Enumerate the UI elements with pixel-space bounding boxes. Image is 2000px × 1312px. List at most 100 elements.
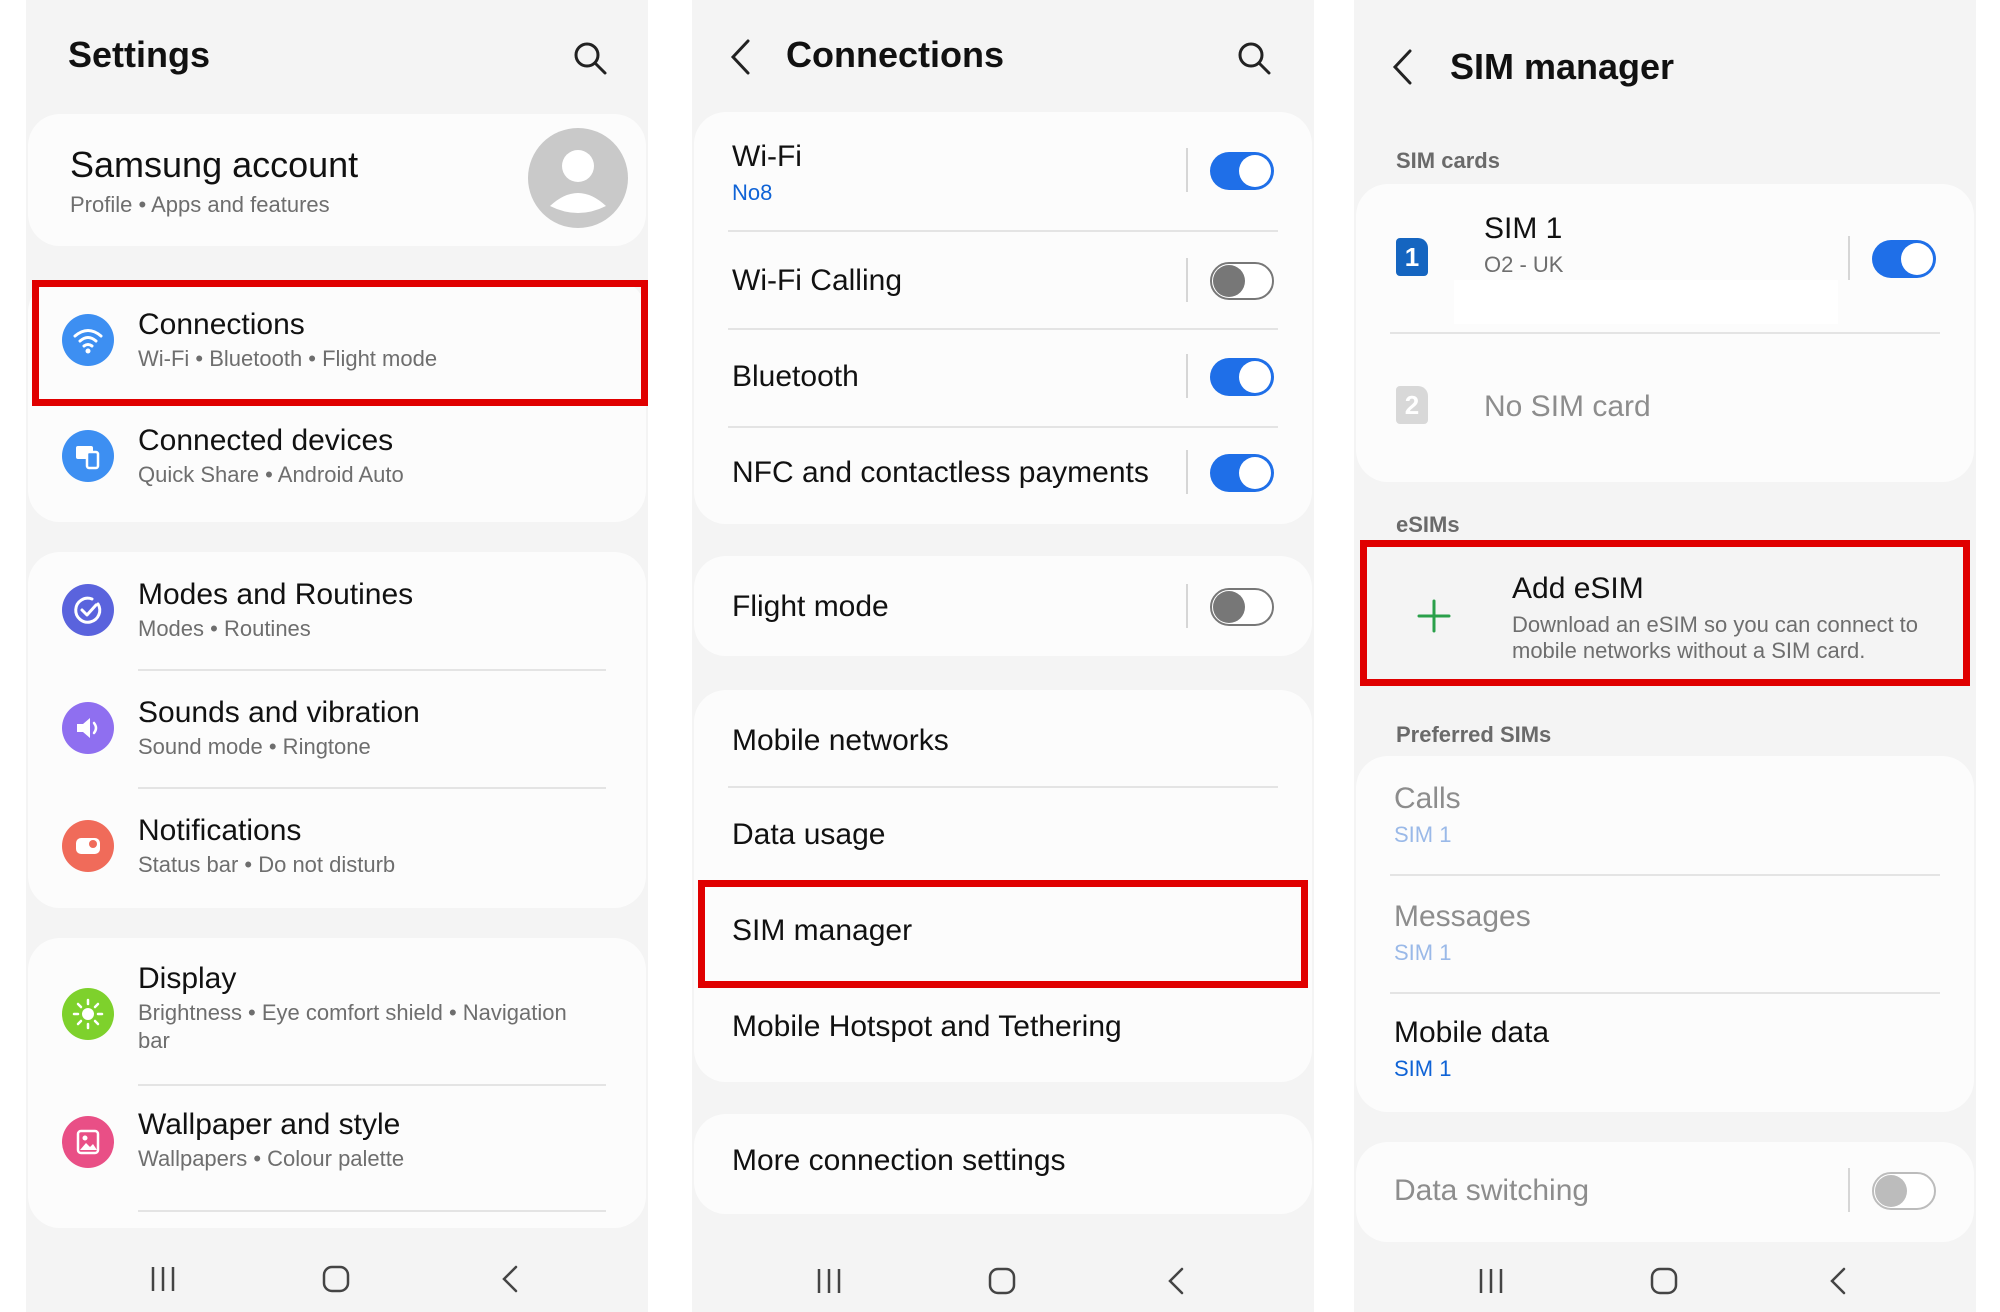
page-title: SIM manager (1450, 46, 1675, 87)
divider (138, 1210, 606, 1212)
connections-group-2: Flight mode (694, 556, 1312, 656)
preferred-messages-row[interactable]: Messages SIM 1 (1356, 876, 1974, 994)
esims-label: eSIMs (1396, 512, 1460, 537)
display-subtitle-line1: Brightness • Eye comfort shield • Naviga… (138, 1000, 567, 1025)
mobile-networks-title: Mobile networks (732, 724, 949, 757)
search-icon[interactable] (1236, 40, 1272, 76)
settings-item-modes-routines[interactable]: Modes and Routines Modes • Routines (28, 552, 646, 670)
notifications-subtitle: Status bar • Do not disturb (138, 852, 396, 877)
preferred-sims-card: Calls SIM 1 Messages SIM 1 Mobile data S… (1356, 756, 1974, 1112)
wifi-title: Wi-Fi (732, 140, 802, 173)
mobile-data-sim: SIM 1 (1394, 1056, 1452, 1081)
avatar[interactable] (528, 128, 628, 228)
back-arrow-icon[interactable] (728, 38, 754, 76)
display-title: Display (138, 962, 237, 995)
wifi-calling-title: Wi-Fi Calling (732, 264, 903, 297)
separator (1186, 584, 1188, 628)
sim-manager-header: SIM manager (1354, 0, 1976, 110)
recent-apps-icon[interactable] (814, 1266, 844, 1296)
separator (1186, 354, 1188, 398)
sim1-toggle[interactable] (1872, 240, 1936, 278)
sim2-row[interactable]: 2 No SIM card (1356, 334, 1974, 480)
modes-routines-title: Modes and Routines (138, 578, 414, 611)
modes-routines-icon (62, 584, 114, 636)
back-icon[interactable] (496, 1264, 526, 1294)
settings-group-2: Modes and Routines Modes • Routines Soun… (28, 552, 646, 908)
data-switching-row[interactable]: Data switching (1356, 1142, 1974, 1242)
flight-mode-title: Flight mode (732, 590, 889, 623)
calls-title: Calls (1394, 782, 1461, 815)
notifications-title: Notifications (138, 814, 302, 847)
redacted-number (1454, 280, 1838, 324)
search-icon[interactable] (572, 40, 608, 76)
highlight-connections (32, 280, 648, 406)
display-icon (62, 988, 114, 1040)
sim2-badge-icon: 2 (1396, 386, 1428, 424)
sim-cards-card: 1 SIM 1 O2 - UK 2 No SIM card (1356, 184, 1974, 482)
separator (1848, 236, 1850, 280)
wifi-row[interactable]: Wi-Fi No8 (694, 112, 1312, 230)
wifi-network-name: No8 (732, 180, 773, 205)
separator (1186, 258, 1188, 302)
data-usage-row[interactable]: Data usage (694, 788, 1312, 884)
wifi-calling-row[interactable]: Wi-Fi Calling (694, 232, 1312, 328)
data-switching-toggle[interactable] (1872, 1172, 1936, 1210)
display-subtitle-line2: bar (138, 1028, 170, 1053)
separator (1848, 1168, 1850, 1212)
mobile-hotspot-title: Mobile Hotspot and Tethering (732, 1010, 1122, 1043)
data-usage-title: Data usage (732, 818, 886, 851)
calls-sim: SIM 1 (1394, 822, 1452, 847)
connected-devices-icon (62, 430, 114, 482)
flight-mode-toggle[interactable] (1210, 588, 1274, 626)
settings-item-notifications[interactable]: Notifications Status bar • Do not distur… (28, 788, 646, 906)
sim1-badge-number: 1 (1404, 242, 1420, 272)
back-icon[interactable] (1162, 1266, 1192, 1296)
sim2-badge-number: 2 (1404, 390, 1420, 420)
mobile-networks-row[interactable]: Mobile networks (694, 690, 1312, 786)
bluetooth-row[interactable]: Bluetooth (694, 330, 1312, 426)
bluetooth-toggle[interactable] (1210, 358, 1274, 396)
nfc-toggle[interactable] (1210, 454, 1274, 492)
samsung-account-card[interactable]: Samsung account Profile • Apps and featu… (28, 114, 646, 246)
sim1-badge-icon: 1 (1396, 238, 1428, 276)
flight-mode-row[interactable]: Flight mode (694, 556, 1312, 656)
navigation-bar (26, 1244, 648, 1312)
preferred-sims-label: Preferred SIMs (1396, 722, 1552, 747)
settings-item-sounds-vibration[interactable]: Sounds and vibration Sound mode • Ringto… (28, 670, 646, 788)
settings-screen: Settings Samsung account Profile • Apps … (26, 0, 648, 1312)
home-icon[interactable] (321, 1264, 351, 1294)
settings-item-wallpaper[interactable]: Wallpaper and style Wallpapers • Colour … (28, 1086, 646, 1204)
wifi-calling-toggle[interactable] (1210, 262, 1274, 300)
account-subtitle: Profile • Apps and features (70, 192, 330, 217)
modes-routines-subtitle: Modes • Routines (138, 616, 311, 641)
bluetooth-title: Bluetooth (732, 360, 859, 393)
page-title: Settings (68, 34, 211, 75)
back-icon[interactable] (1824, 1266, 1854, 1296)
home-icon[interactable] (1649, 1266, 1679, 1296)
mobile-hotspot-row[interactable]: Mobile Hotspot and Tethering (694, 984, 1312, 1080)
separator (1186, 148, 1188, 192)
sound-icon (62, 702, 114, 754)
settings-item-display[interactable]: Display Brightness • Eye comfort shield … (28, 938, 646, 1084)
preferred-calls-row[interactable]: Calls SIM 1 (1356, 756, 1974, 874)
recent-apps-icon[interactable] (1476, 1266, 1506, 1296)
account-title: Samsung account (70, 144, 359, 185)
sounds-subtitle: Sound mode • Ringtone (138, 734, 371, 759)
recent-apps-icon[interactable] (148, 1264, 178, 1294)
connections-header: Connections (692, 0, 1314, 110)
nfc-row[interactable]: NFC and contactless payments (694, 428, 1312, 524)
more-connection-settings-row[interactable]: More connection settings (694, 1114, 1312, 1214)
highlight-sim-manager (698, 880, 1308, 988)
nfc-title: NFC and contactless payments (732, 456, 1149, 489)
sim-cards-label: SIM cards (1396, 148, 1500, 173)
highlight-add-esim (1360, 540, 1970, 686)
preferred-mobile-data-row[interactable]: Mobile data SIM 1 (1356, 994, 1974, 1112)
wallpaper-title: Wallpaper and style (138, 1108, 401, 1141)
sim1-row[interactable]: 1 SIM 1 O2 - UK (1356, 184, 1974, 332)
back-arrow-icon[interactable] (1390, 48, 1416, 86)
data-switching-card: Data switching (1356, 1142, 1974, 1242)
settings-item-connected-devices[interactable]: Connected devices Quick Share • Android … (28, 400, 646, 520)
home-icon[interactable] (987, 1266, 1017, 1296)
sounds-title: Sounds and vibration (138, 696, 420, 729)
wifi-toggle[interactable] (1210, 152, 1274, 190)
